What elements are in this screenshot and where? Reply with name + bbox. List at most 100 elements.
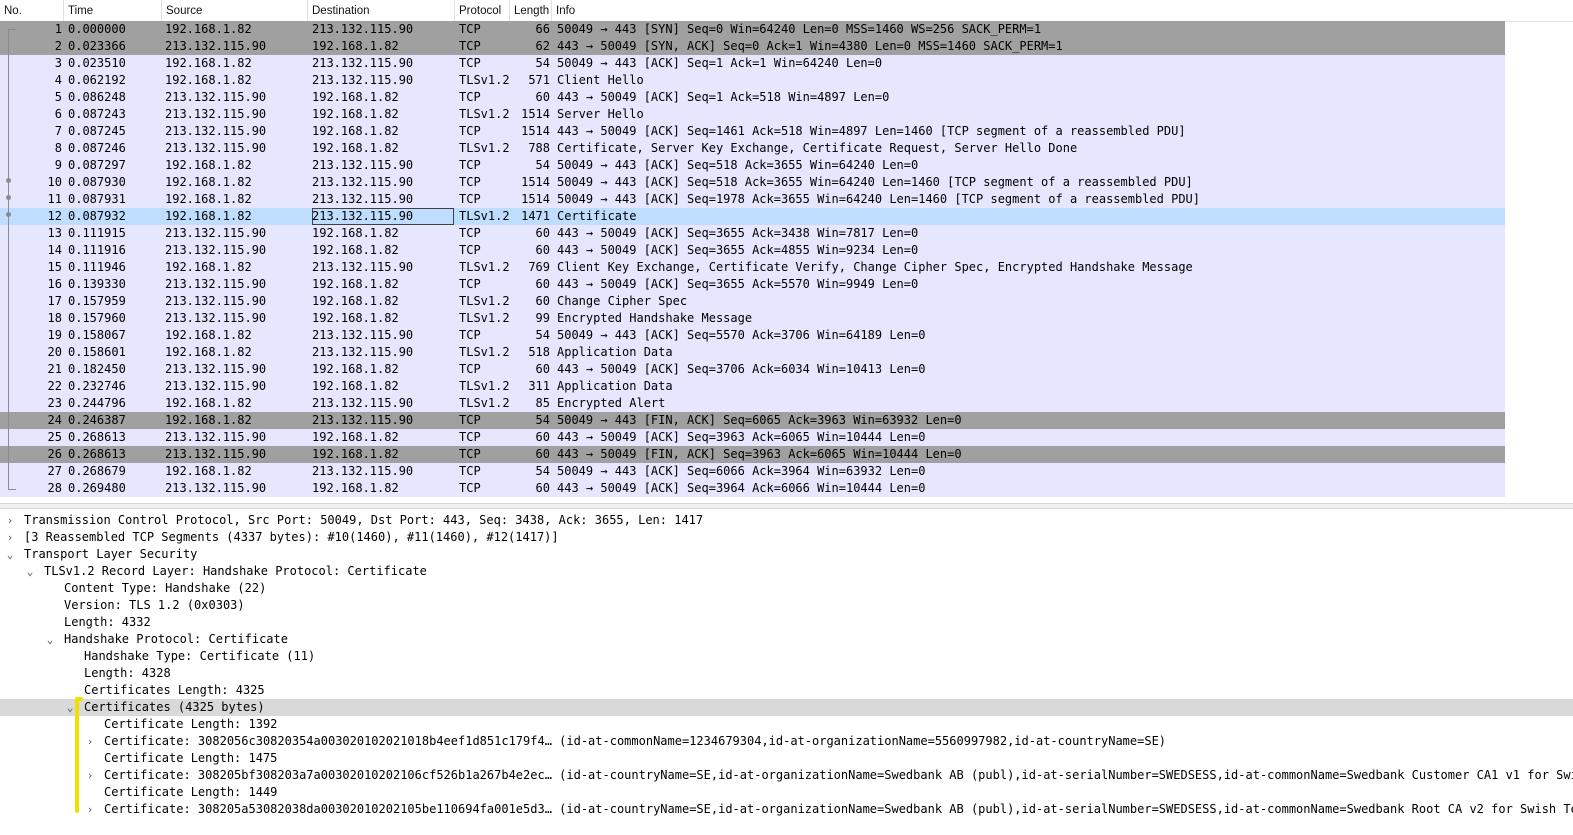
packet-row[interactable]: 15 0.111946 192.168.1.82 213.132.115.90 TLSv…	[0, 259, 1505, 276]
tree-item[interactable]: › Certificate: 308205a53082038da003020102…	[0, 801, 1573, 818]
packet-number: 25	[47, 430, 62, 444]
packet-row[interactable]: 1 0.000000 192.168.1.82 213.132.115.90 TCP 66…	[0, 21, 1505, 38]
chevron-right-icon[interactable]: ›	[84, 801, 96, 818]
packet-row[interactable]: 24 0.246387 192.168.1.82 213.132.115.90 TCP 5…	[0, 412, 1505, 429]
packet-row[interactable]: 18 0.157960 213.132.115.90 192.168.1.82 TLSv…	[0, 310, 1505, 327]
packet-row[interactable]: 5 0.086248 213.132.115.90 192.168.1.82 TCP 60…	[0, 89, 1505, 106]
column-length[interactable]: Length	[510, 0, 552, 21]
tree-item-label: Certificate Length: 1475	[104, 751, 278, 765]
packet-destination: 192.168.1.82	[312, 379, 399, 393]
packet-source: 213.132.115.90	[165, 379, 267, 393]
packet-length: 60	[535, 277, 550, 291]
packet-source: 213.132.115.90	[165, 39, 267, 53]
pane-splitter[interactable]	[0, 503, 1573, 509]
column-protocol[interactable]: Protocol	[455, 0, 510, 21]
packet-row-selected[interactable]: 12 0.087932 192.168.1.82 213.132.115.90 TLSv…	[0, 208, 1505, 225]
packet-source: 213.132.115.90	[165, 481, 267, 495]
packet-row[interactable]: 8 0.087246 213.132.115.90 192.168.1.82 TLSv1…	[0, 140, 1505, 157]
tree-item[interactable]: Certificate Length: 1449	[0, 784, 1573, 801]
packet-destination: 192.168.1.82	[312, 243, 399, 257]
packet-time: 0.182450	[68, 362, 126, 376]
packet-row[interactable]: 3 0.023510 192.168.1.82 213.132.115.90 TCP 54…	[0, 55, 1505, 72]
tree-item-label: Handshake Type: Certificate (11)	[84, 649, 316, 663]
conversation-start-marker	[8, 29, 16, 30]
packet-row[interactable]: 9 0.087297 192.168.1.82 213.132.115.90 TCP 54…	[0, 157, 1505, 174]
packet-protocol: TLSv1.2	[459, 294, 510, 308]
packet-time: 0.087243	[68, 107, 126, 121]
packet-length: 60	[535, 226, 550, 240]
chevron-right-icon[interactable]: ›	[4, 529, 16, 546]
chevron-down-icon[interactable]: ⌄	[44, 631, 56, 648]
packet-row[interactable]: 21 0.182450 213.132.115.90 192.168.1.82 TCP 6…	[0, 361, 1505, 378]
column-no[interactable]: No.	[0, 0, 64, 21]
chevron-down-icon[interactable]: ⌄	[4, 546, 16, 563]
packet-protocol: TCP	[459, 192, 481, 206]
packet-row[interactable]: 13 0.111915 213.132.115.90 192.168.1.82 TCP 6…	[0, 225, 1505, 242]
packet-row[interactable]: 2 0.023366 213.132.115.90 192.168.1.82 TCP 62…	[0, 38, 1505, 55]
tree-item[interactable]: Content Type: Handshake (22)	[0, 580, 1573, 597]
packet-info: 443 → 50049 [ACK] Seq=3963 Ack=6065 Win=…	[557, 430, 926, 444]
packet-list[interactable]: No. Time Source Destination Protocol Len…	[0, 0, 1573, 503]
packet-protocol: TCP	[459, 226, 481, 240]
tree-item[interactable]: Certificates Length: 4325	[0, 682, 1573, 699]
column-source[interactable]: Source	[162, 0, 308, 21]
packet-protocol: TCP	[459, 328, 481, 342]
tree-item[interactable]: › Certificate: 308205bf308203a7a003020102…	[0, 767, 1573, 784]
packet-info: 50049 → 443 [ACK] Seq=518 Ack=3655 Win=6…	[557, 175, 1193, 189]
packet-row[interactable]: 7 0.087245 213.132.115.90 192.168.1.82 TCP 15…	[0, 123, 1505, 140]
chevron-right-icon[interactable]: ›	[4, 512, 16, 529]
tree-item[interactable]: Version: TLS 1.2 (0x0303)	[0, 597, 1573, 614]
packet-info: 443 → 50049 [SYN, ACK] Seq=0 Ack=1 Win=4…	[557, 39, 1063, 53]
packet-number: 15	[47, 260, 62, 274]
annotation-marker-tick	[75, 697, 83, 701]
packet-row[interactable]: 23 0.244796 192.168.1.82 213.132.115.90 TLSv…	[0, 395, 1505, 412]
packet-length: 60	[535, 90, 550, 104]
packet-row[interactable]: 19 0.158067 192.168.1.82 213.132.115.90 TCP 5…	[0, 327, 1505, 344]
packet-time: 0.268679	[68, 464, 126, 478]
packet-row[interactable]: 20 0.158601 192.168.1.82 213.132.115.90 TLSv…	[0, 344, 1505, 361]
tree-item[interactable]: ⌄ TLSv1.2 Record Layer: Handshake Protoco…	[0, 563, 1573, 580]
packet-row[interactable]: 6 0.087243 213.132.115.90 192.168.1.82 TLSv1…	[0, 106, 1505, 123]
tree-item[interactable]: ⌄ Certificates (4325 bytes)	[0, 699, 1573, 716]
packet-row[interactable]: 27 0.268679 192.168.1.82 213.132.115.90 TCP 5…	[0, 463, 1505, 480]
tree-item[interactable]: ⌄ Transport Layer Security	[0, 546, 1573, 563]
packet-time: 0.157960	[68, 311, 126, 325]
tree-item[interactable]: › [3 Reassembled TCP Segments (4337 bytes…	[0, 529, 1573, 546]
packet-row[interactable]: 17 0.157959 213.132.115.90 192.168.1.82 TLSv…	[0, 293, 1505, 310]
packet-row[interactable]: 22 0.232746 213.132.115.90 192.168.1.82 TLSv…	[0, 378, 1505, 395]
packet-protocol: TLSv1.2	[459, 379, 510, 393]
column-time[interactable]: Time	[64, 0, 162, 21]
packet-number: 22	[47, 379, 62, 393]
packet-length: 54	[535, 158, 550, 172]
tree-item[interactable]: Length: 4328	[0, 665, 1573, 682]
packet-length: 99	[535, 311, 550, 325]
packet-length: 571	[528, 73, 550, 87]
tree-item[interactable]: ⌄ Handshake Protocol: Certificate	[0, 631, 1573, 648]
tree-item[interactable]: › Transmission Control Protocol, Src Port…	[0, 512, 1573, 529]
packet-destination: 192.168.1.82	[312, 311, 399, 325]
packet-row[interactable]: 4 0.062192 192.168.1.82 213.132.115.90 TLSv1…	[0, 72, 1505, 89]
packet-details-tree[interactable]: › Transmission Control Protocol, Src Port…	[0, 512, 1573, 835]
column-destination[interactable]: Destination	[308, 0, 455, 21]
packet-row[interactable]: 14 0.111916 213.132.115.90 192.168.1.82 TCP 6…	[0, 242, 1505, 259]
packet-row[interactable]: 25 0.268613 213.132.115.90 192.168.1.82 TCP 6…	[0, 429, 1505, 446]
packet-source: 213.132.115.90	[165, 107, 267, 121]
packet-row[interactable]: 28 0.269480 213.132.115.90 192.168.1.82 TCP 6…	[0, 480, 1505, 497]
packet-row[interactable]: 16 0.139330 213.132.115.90 192.168.1.82 TCP 6…	[0, 276, 1505, 293]
packet-source: 192.168.1.82	[165, 158, 252, 172]
chevron-right-icon[interactable]: ›	[84, 733, 96, 750]
column-info[interactable]: Info	[552, 0, 1573, 21]
tree-item[interactable]: › Certificate: 3082056c30820354a003020102…	[0, 733, 1573, 750]
column-header: No. Time Source Destination Protocol Len…	[0, 0, 1573, 22]
tree-item[interactable]: Length: 4332	[0, 614, 1573, 631]
packet-length: 54	[535, 56, 550, 70]
packet-row[interactable]: 26 0.268613 213.132.115.90 192.168.1.82 TCP 6…	[0, 446, 1505, 463]
tree-item[interactable]: Certificate Length: 1392	[0, 716, 1573, 733]
tree-item-label: Handshake Protocol: Certificate	[64, 632, 288, 646]
packet-row[interactable]: 11 0.087931 192.168.1.82 213.132.115.90 TCP 1…	[0, 191, 1505, 208]
tree-item[interactable]: Certificate Length: 1475	[0, 750, 1573, 767]
chevron-down-icon[interactable]: ⌄	[24, 563, 36, 580]
packet-row[interactable]: 10 0.087930 192.168.1.82 213.132.115.90 TCP 1…	[0, 174, 1505, 191]
chevron-right-icon[interactable]: ›	[84, 767, 96, 784]
tree-item[interactable]: Handshake Type: Certificate (11)	[0, 648, 1573, 665]
